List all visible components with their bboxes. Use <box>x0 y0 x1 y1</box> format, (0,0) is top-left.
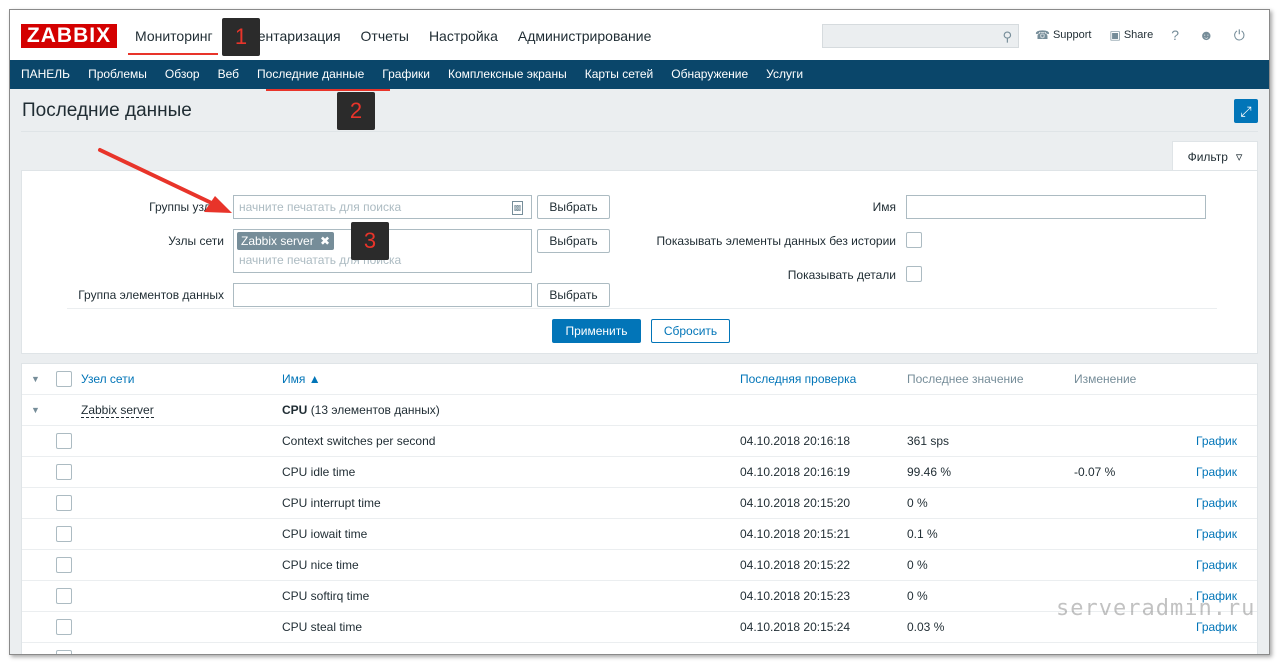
app-window: ZABBIX Мониторинг Инвентаризация Отчеты … <box>9 9 1270 655</box>
watermark: serveradmin.ru <box>1056 596 1256 621</box>
annotation-arrow <box>98 148 232 213</box>
